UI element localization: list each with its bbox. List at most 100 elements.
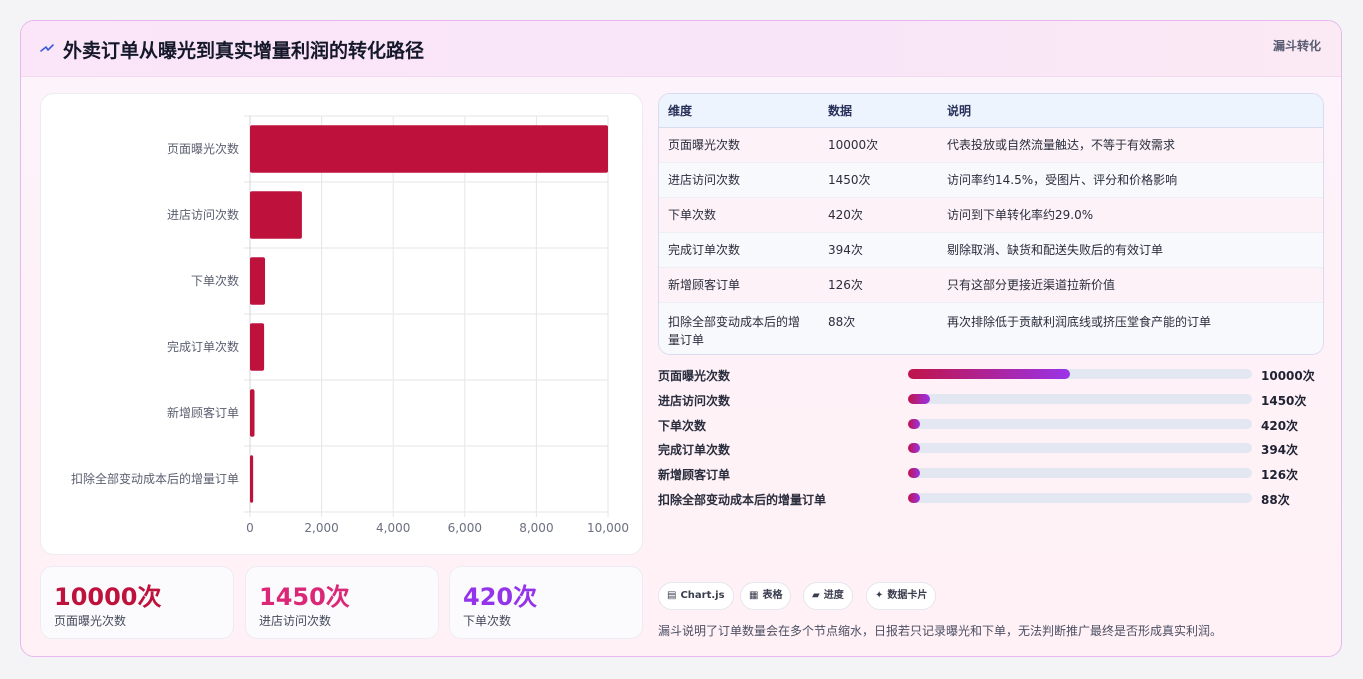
funnel-chart-svg: 0 2,000 4,000 6,000 8,000 10,000 页面曝光次数进店访问次数下… [71, 115, 629, 535]
bar[interactable] [250, 455, 254, 503]
table-row: 扣除全部变动成本后的增量订单 88次 再次排除低于贡献利润底线或挤压堂食产能的订… [659, 302, 1323, 354]
progress-track [908, 393, 1252, 404]
progress-fill [908, 418, 921, 429]
table-cell: 下单次数 [659, 197, 819, 233]
table-cell: 只有这部分更接近渠道拉新价值 [938, 267, 1323, 303]
table-row: 进店访问次数 1450次 访问率约14.5%，受图片、评分和价格影响 [659, 162, 1323, 198]
tag-chartjs[interactable]: ▤ Chart.js [658, 582, 734, 610]
tag-label: 数据卡片 [887, 590, 928, 601]
table-cell: 126次 [819, 267, 938, 303]
table-cell: 代表投放或自然流量触达，不等于有效需求 [938, 127, 1323, 163]
table-cell: 页面曝光次数 [659, 127, 819, 163]
table-icon: ▦ [749, 590, 759, 601]
dashboard-card: 外卖订单从曝光到真实增量利润的转化路径 漏斗转化 0 2,000 4,000 6,00… [20, 20, 1342, 657]
data-table: 维度 数据 说明 页面曝光次数 10000次 代表投放或自然流量触达，不等于有效… [658, 93, 1324, 355]
kpi-card-orders: 420次 下单次数 [449, 566, 643, 639]
progress-fill [908, 393, 931, 404]
y-tick-label: 下单次数 [191, 273, 239, 288]
table-cell: 再次排除低于贡献利润底线或挤压堂食产能的订单 [938, 302, 1323, 354]
table-row: 新增顾客订单 126次 只有这部分更接近渠道拉新价值 [659, 267, 1323, 303]
table-cell: 新增顾客订单 [659, 267, 819, 303]
progress-row: 新增顾客订单 126次 [658, 464, 1338, 489]
table-cell: 完成订单次数 [659, 232, 819, 268]
table-cell: 扣除全部变动成本后的增量订单 [659, 302, 819, 354]
table-cell: 1450次 [819, 162, 938, 198]
table-row: 页面曝光次数 10000次 代表投放或自然流量触达，不等于有效需求 [659, 127, 1323, 163]
table-cell: 394次 [819, 232, 938, 268]
y-tick-label: 新增顾客订单 [167, 405, 239, 420]
card-header: 外卖订单从曝光到真实增量利润的转化路径 漏斗转化 [21, 21, 1341, 77]
page-title: 外卖订单从曝光到真实增量利润的转化路径 [63, 40, 425, 62]
kpi-value: 1450次 [259, 583, 350, 611]
x-tick-label: 2,000 [304, 521, 338, 535]
progress-fill [908, 369, 1070, 379]
progress-value: 394次 [1261, 443, 1299, 458]
progress-row: 完成订单次数 394次 [658, 439, 1338, 464]
kpi-value: 420次 [463, 583, 538, 611]
progress-value: 420次 [1261, 418, 1299, 433]
bar[interactable] [250, 125, 608, 173]
kpi-value: 10000次 [54, 583, 162, 611]
progress-value: 10000次 [1261, 369, 1315, 383]
table-cell: 420次 [819, 197, 938, 233]
progress-track [908, 369, 1252, 379]
table-header: 数据 [819, 94, 938, 128]
summary-note: 漏斗说明了订单数量会在多个节点缩水，日报若只记录曝光和下单，无法判断推广最终是否… [658, 624, 1223, 638]
x-tick-label: 0 [246, 521, 254, 535]
bar[interactable] [250, 257, 266, 305]
progress-fill [908, 492, 921, 503]
y-tick-label: 完成订单次数 [167, 339, 239, 354]
x-tick-label: 10,000 [587, 521, 629, 535]
progress-row: 扣除全部变动成本后的增量订单 88次 [658, 489, 1338, 514]
table-cell: 进店访问次数 [659, 162, 819, 198]
progress-label: 完成订单次数 [658, 443, 731, 458]
funnel-badge: 漏斗转化 [1272, 39, 1321, 53]
progress-label: 下单次数 [658, 418, 707, 433]
kpi-card-visits: 1450次 进店访问次数 [245, 566, 439, 639]
progress-label: 扣除全部变动成本后的增量订单 [658, 492, 827, 507]
table-cell: 10000次 [819, 127, 938, 163]
table-cell: 访问率约14.5%，受图片、评分和价格影响 [938, 162, 1323, 198]
tag-label: Chart.js [680, 590, 725, 601]
table-cell: 访问到下单转化率约29.0% [938, 197, 1323, 233]
progress-label: 进店访问次数 [658, 393, 731, 408]
x-tick-label: 6,000 [448, 521, 482, 535]
table-cell: 剔除取消、缺货和配送失败后的有效订单 [938, 232, 1323, 268]
progress-list: 页面曝光次数 10000次 进店访问次数 1450次 下单次数 420次 完成订… [658, 365, 1338, 514]
progress-track [908, 468, 1252, 479]
table-header-row: 维度 数据 说明 [659, 94, 1323, 128]
x-tick-label: 8,000 [519, 521, 553, 535]
y-tick-label: 扣除全部变动成本后的增量订单 [71, 471, 239, 486]
kpi-label: 页面曝光次数 [54, 614, 127, 628]
progress-icon: ▰ [812, 590, 820, 601]
progress-label: 页面曝光次数 [658, 369, 731, 383]
progress-label: 新增顾客订单 [658, 468, 731, 483]
progress-track [908, 418, 1252, 429]
funnel-chart: 0 2,000 4,000 6,000 8,000 10,000 页面曝光次数 进店访问次数下… [40, 93, 643, 555]
table-row: 完成订单次数 394次 剔除取消、缺货和配送失败后的有效订单 [659, 232, 1323, 268]
table-row: 下单次数 420次 访问到下单转化率约29.0% [659, 197, 1323, 233]
progress-row: 页面曝光次数 10000次 [658, 365, 1338, 390]
progress-value: 1450次 [1261, 393, 1307, 408]
progress-track [908, 492, 1252, 503]
tag-label: 表格 [762, 590, 783, 601]
progress-row: 下单次数 420次 [658, 415, 1338, 440]
y-tick-label: 进店访问次数 [167, 207, 239, 222]
table-header: 维度 [659, 94, 819, 128]
bar[interactable] [250, 191, 302, 239]
progress-value: 88次 [1261, 492, 1290, 507]
tag-table[interactable]: ▦ 表格 [740, 582, 792, 610]
progress-row: 进店访问次数 1450次 [658, 390, 1338, 415]
bar[interactable] [250, 389, 255, 437]
bar[interactable] [250, 323, 265, 371]
kpi-card-exposure: 10000次 页面曝光次数 [40, 566, 234, 639]
table-cell: 88次 [819, 302, 938, 354]
tag-label: 进度 [823, 590, 844, 601]
progress-value: 126次 [1261, 468, 1299, 483]
chart-icon: ▤ [667, 590, 677, 601]
progress-fill [908, 443, 921, 454]
tag-data-card[interactable]: ✦ 数据卡片 [866, 582, 937, 610]
tag-progress[interactable]: ▰ 进度 [803, 582, 853, 610]
table-header: 说明 [938, 94, 1323, 128]
kpi-label: 进店访问次数 [259, 614, 332, 628]
